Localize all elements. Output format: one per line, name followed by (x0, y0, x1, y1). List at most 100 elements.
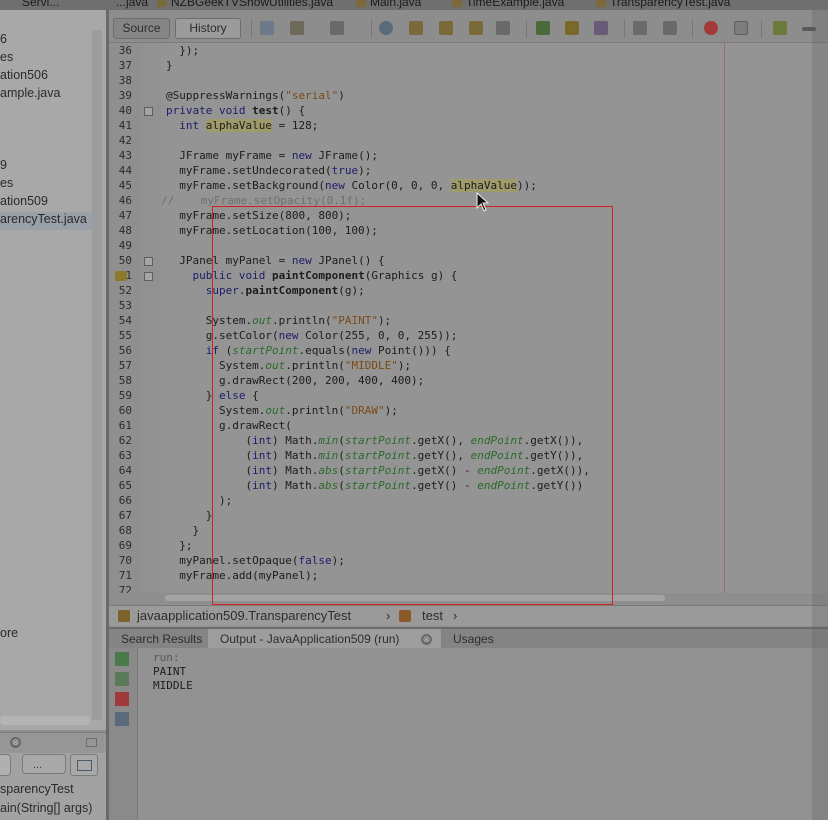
file-tab-label: Main.java (370, 0, 422, 9)
tree-item-selected[interactable]: arencyTest.java (0, 212, 92, 230)
output-line: run: (153, 651, 180, 664)
line-number: 62 (118, 434, 132, 447)
tree-item[interactable]: 6 (0, 32, 7, 50)
line-number: 39 (118, 89, 132, 102)
code-line[interactable]: JFrame myFrame = new JFrame(); (166, 149, 378, 162)
file-tab[interactable]: Main.java (356, 0, 421, 9)
line-number: 53 (118, 299, 132, 312)
find-previous-icon[interactable] (409, 21, 423, 35)
breadcrumb: javaapplication509.TransparencyTest › te… (109, 605, 828, 626)
line-number: 60 (118, 404, 132, 417)
code-line[interactable]: }); (166, 44, 199, 57)
output-console[interactable]: run: PAINT MIDDLE (109, 648, 828, 820)
rerun-icon[interactable] (115, 652, 129, 666)
tab-output[interactable]: Output - JavaApplication509 (run) ⊗ (208, 629, 441, 650)
history-tab-button[interactable]: History (175, 18, 241, 39)
comment-icon[interactable] (773, 21, 787, 35)
close-icon[interactable]: ⊗ (10, 737, 21, 748)
line-number: 63 (118, 449, 132, 462)
line-number: 49 (118, 239, 132, 252)
start-macro-icon[interactable] (704, 21, 718, 35)
file-tab[interactable]: TimeExample.java (452, 0, 564, 9)
navigator-config-button[interactable] (70, 754, 98, 776)
next-bookmark-icon[interactable] (565, 21, 579, 35)
output-side-toolbar (109, 648, 138, 820)
line-number: 37 (118, 59, 132, 72)
tab-usages[interactable]: Usages (441, 629, 506, 650)
tree-item[interactable]: es (0, 176, 13, 194)
line-number: 47 (118, 209, 132, 222)
navigator-item[interactable]: sparencyTest (0, 782, 74, 796)
line-number: 71 (118, 569, 132, 582)
tree-item[interactable]: es (0, 50, 13, 68)
breadcrumb-method[interactable]: test (422, 608, 443, 623)
line-number: 45 (118, 179, 132, 192)
fold-toggle-icon[interactable] (144, 107, 153, 116)
file-tab-active[interactable]: TransparencyTest.java (596, 0, 730, 9)
tree-item[interactable]: ample.java (0, 86, 60, 104)
code-line[interactable]: myFrame.setBackground(new Color(0, 0, 0,… (166, 179, 537, 192)
breadcrumb-class[interactable]: javaapplication509.TransparencyTest (137, 608, 351, 623)
line-number: 54 (118, 314, 132, 327)
file-tab[interactable]: ...java (116, 0, 148, 9)
tree-horizontal-scrollbar[interactable] (0, 716, 90, 725)
source-tab-button[interactable]: Source (113, 18, 170, 39)
stop-macro-icon[interactable] (734, 21, 748, 35)
method-icon (399, 610, 411, 622)
code-line[interactable]: myFrame.setUndecorated(true); (166, 164, 371, 177)
line-number: 55 (118, 329, 132, 342)
mouse-cursor-icon (476, 192, 490, 212)
navigator-item[interactable]: ain(String[] args) (0, 801, 92, 815)
find-next-icon[interactable] (439, 21, 453, 35)
previous-bookmark-icon[interactable] (536, 21, 550, 35)
find-icon[interactable] (379, 21, 393, 35)
tab-label: Output - JavaApplication509 (run) (220, 632, 400, 646)
tree-item[interactable]: 9 (0, 158, 7, 176)
output-tab-bar: Search Results Output - JavaApplication5… (109, 627, 828, 650)
rerun-with-params-icon[interactable] (115, 672, 129, 686)
navigator-filter-combo[interactable] (0, 754, 11, 776)
file-tab[interactable]: NZBGeekTVShowUtilities.java (157, 0, 333, 9)
override-hint-icon[interactable] (115, 271, 127, 281)
toggle-highlight-icon[interactable] (496, 21, 510, 35)
line-number: 67 (118, 509, 132, 522)
settings-icon[interactable] (115, 712, 129, 726)
file-tab[interactable]: Servi... (22, 0, 59, 9)
code-line[interactable]: }; (166, 539, 192, 552)
line-number: 50 (118, 254, 132, 267)
line-number: 46 (118, 194, 132, 207)
close-icon[interactable]: ⊗ (421, 634, 432, 645)
maximize-icon[interactable] (86, 738, 97, 747)
output-line: PAINT (153, 665, 187, 678)
shift-right-icon[interactable] (663, 21, 677, 35)
tree-vertical-scrollbar[interactable] (92, 30, 102, 720)
code-line[interactable]: @SuppressWarnings("serial") (166, 89, 345, 102)
stop-icon[interactable] (115, 692, 129, 706)
painted-red-rectangle (212, 206, 613, 605)
navigator-combo[interactable]: ... (22, 754, 66, 774)
tab-search-results[interactable]: Search Results (109, 629, 214, 650)
tree-item[interactable]: ation506 (0, 68, 48, 86)
tree-item[interactable]: ore (0, 626, 18, 644)
last-edit-icon[interactable] (260, 21, 274, 35)
forward-icon[interactable] (330, 21, 344, 35)
file-tab-label: ...java (116, 0, 149, 9)
toggle-bookmark-icon[interactable] (594, 21, 608, 35)
code-line[interactable]: } (166, 509, 213, 522)
line-number: 65 (118, 479, 132, 492)
line-number: 58 (118, 374, 132, 387)
fold-toggle-icon[interactable] (144, 272, 153, 281)
tree-item[interactable]: ation509 (0, 194, 48, 212)
code-line[interactable]: } (166, 59, 173, 72)
tab-label: Search Results (121, 632, 203, 646)
code-line[interactable]: } (166, 524, 199, 537)
code-line[interactable]: private void test() { (166, 104, 305, 117)
shift-left-icon[interactable] (633, 21, 647, 35)
line-number: 70 (118, 554, 132, 567)
line-number: 68 (118, 524, 132, 537)
find-selection-icon[interactable] (469, 21, 483, 35)
back-icon[interactable] (290, 21, 304, 35)
code-line[interactable]: int alphaValue = 128; (166, 119, 318, 132)
file-tab-label: Servi... (22, 0, 60, 9)
fold-toggle-icon[interactable] (144, 257, 153, 266)
